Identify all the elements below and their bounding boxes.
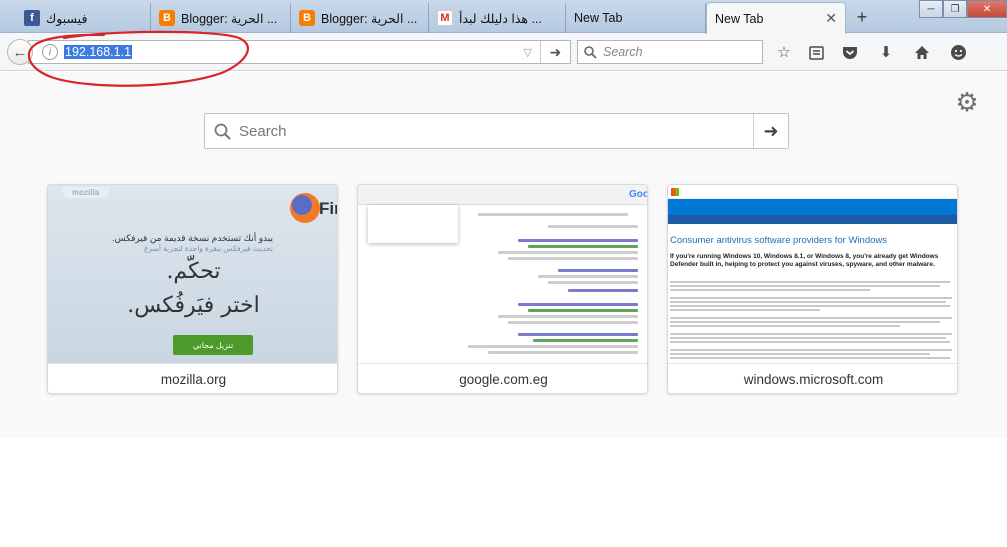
thumb-warning-text: يبدو أنك تستخدم نسخة قديمة من فيرفكس. bbox=[112, 233, 273, 243]
web-search-box[interactable]: Search bbox=[577, 40, 763, 64]
tab-title: فيسبوك bbox=[46, 11, 88, 26]
microsoft-logo-icon bbox=[671, 188, 679, 196]
thumb-tag: mozilla bbox=[62, 187, 110, 198]
gmail-icon: M bbox=[437, 10, 453, 26]
back-arrow-icon: ← bbox=[12, 43, 28, 61]
top-site-tile-google[interactable]: Goo google.com.eg bbox=[357, 184, 648, 394]
tab-title: هذا دليلك لبدأ ... bbox=[459, 11, 542, 26]
window-controls: ─ ❐ ✕ bbox=[919, 0, 1007, 18]
tab-gmail[interactable]: M هذا دليلك لبدأ ... bbox=[429, 3, 566, 33]
newtab-search-box[interactable]: ➜ bbox=[204, 113, 789, 149]
thumb-windows-nav bbox=[668, 199, 957, 215]
tile-thumbnail: Goo bbox=[358, 185, 648, 363]
tile-thumbnail: Consumer antivirus software providers fo… bbox=[668, 185, 957, 363]
thumb-google-header bbox=[358, 185, 647, 205]
tile-thumbnail: mozilla Fir يبدو أنك تستخدم نسخة قديمة م… bbox=[48, 185, 337, 363]
thumb-headline-1: تحكّم. bbox=[166, 259, 221, 284]
search-placeholder: Search bbox=[603, 45, 643, 59]
thumb-ms-bold-text: If you're running Windows 10, Windows 8.… bbox=[670, 253, 939, 268]
search-icon bbox=[205, 123, 239, 140]
navigation-toolbar: ← i 192.168.1.1 ▽ ➜ Search ☆ ⬇ bbox=[0, 33, 1007, 71]
pocket-icon[interactable] bbox=[840, 42, 860, 62]
url-text[interactable]: 192.168.1.1 bbox=[64, 45, 133, 59]
tab-blogger-1[interactable]: B Blogger: الحرية ... bbox=[151, 3, 291, 33]
tab-title: Blogger: الحرية ... bbox=[321, 11, 418, 26]
search-go-arrow-icon[interactable]: ➜ bbox=[753, 114, 788, 148]
top-site-tile-mozilla[interactable]: mozilla Fir يبدو أنك تستخدم نسخة قديمة م… bbox=[47, 184, 338, 394]
hello-icon[interactable] bbox=[948, 42, 968, 62]
gear-icon[interactable]: ⚙ bbox=[953, 87, 981, 117]
tab-new-tab-active[interactable]: New Tab ✕ bbox=[706, 2, 846, 34]
thumb-ms-title: Consumer antivirus software providers fo… bbox=[670, 235, 887, 246]
new-tab-button[interactable]: + bbox=[851, 6, 873, 28]
search-icon bbox=[584, 45, 597, 59]
back-button[interactable]: ← bbox=[7, 39, 33, 65]
thumb-warning: يبدو أنك تستخدم نسخة قديمة من فيرفكس. تح… bbox=[112, 233, 273, 253]
thumb-google-logo: Goo bbox=[629, 189, 648, 200]
info-icon[interactable]: i bbox=[42, 44, 58, 60]
url-selected-text: 192.168.1.1 bbox=[64, 45, 133, 59]
bookmark-star-icon[interactable]: ☆ bbox=[774, 42, 794, 62]
tab-blogger-2[interactable]: B Blogger: الحرية ... bbox=[291, 3, 429, 33]
download-icon[interactable]: ⬇ bbox=[876, 42, 896, 62]
blogger-icon: B bbox=[159, 10, 175, 26]
facebook-icon: f bbox=[24, 10, 40, 26]
minimize-button[interactable]: ─ bbox=[919, 0, 943, 18]
close-tab-icon[interactable]: ✕ bbox=[825, 10, 837, 27]
tab-new-tab[interactable]: New Tab bbox=[566, 3, 706, 33]
tile-caption: google.com.eg bbox=[358, 363, 647, 393]
history-dropdown-icon[interactable]: ▽ bbox=[524, 46, 532, 59]
tab-strip: f فيسبوك B Blogger: الحرية ... B Blogger… bbox=[0, 0, 1007, 34]
thumb-popup bbox=[368, 205, 458, 243]
close-window-button[interactable]: ✕ bbox=[967, 0, 1007, 18]
home-icon[interactable] bbox=[912, 42, 932, 62]
top-site-tile-microsoft[interactable]: Consumer antivirus software providers fo… bbox=[667, 184, 958, 394]
reading-list-icon[interactable] bbox=[806, 42, 826, 62]
tile-caption: windows.microsoft.com bbox=[668, 363, 957, 393]
tile-caption: mozilla.org bbox=[48, 363, 337, 393]
tab-title: Blogger: الحرية ... bbox=[181, 11, 278, 26]
blogger-icon: B bbox=[299, 10, 315, 26]
thumb-warning-sub: تحديث فيرفكس بنقرة واحدة لتجربة أسرع bbox=[143, 244, 273, 253]
tab-facebook[interactable]: f فيسبوك bbox=[16, 3, 151, 33]
url-bar[interactable]: i 192.168.1.1 ▽ ➜ bbox=[28, 40, 571, 64]
thumb-download-button: تنزيل مجاني bbox=[173, 335, 253, 355]
thumb-brand: Fir bbox=[319, 199, 337, 218]
restore-button[interactable]: ❐ bbox=[943, 0, 967, 18]
tab-title: New Tab bbox=[574, 11, 623, 25]
go-arrow-icon[interactable]: ➜ bbox=[540, 41, 570, 63]
tab-title: New Tab bbox=[715, 11, 764, 26]
thumb-headline-2: اختر فيَرفُكس. bbox=[127, 293, 260, 318]
firefox-logo-icon bbox=[290, 193, 320, 223]
newtab-search-input[interactable] bbox=[239, 122, 753, 140]
